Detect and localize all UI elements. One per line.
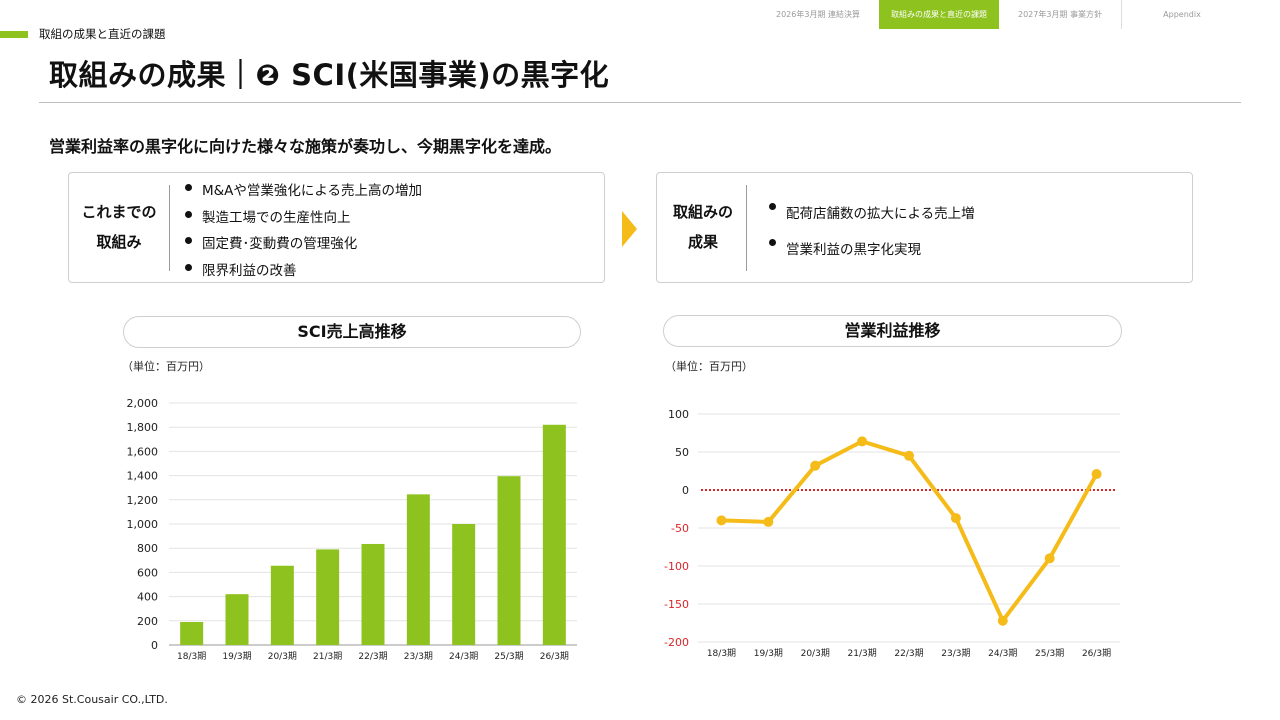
bar <box>361 543 385 645</box>
bar <box>452 524 476 645</box>
bullet-item: 限界利益の改善 <box>185 258 422 285</box>
x-tick-label: 26/3期 <box>540 651 569 662</box>
series-line <box>719 439 1099 623</box>
bar <box>406 494 430 645</box>
before-bullet-list: M&Aや営業強化による売上高の増加 製造工場での生産性向上 固定費･変動費の管理… <box>185 178 422 284</box>
y-tick-label: 1,000 <box>127 518 159 531</box>
results-bullet-list: 配荷店舗数の拡大による売上増 営業利益の黒字化実現 <box>769 197 975 268</box>
profit-unit-label: （単位：百万円） <box>665 360 753 373</box>
top-nav: 2026年3月期 連結決算 取組みの成果と直近の課題 2027年3月期 事業方針… <box>757 0 1280 29</box>
x-tick-label: 21/3期 <box>313 651 342 662</box>
bullet-item: 配荷店舗数の拡大による売上増 <box>769 197 975 233</box>
before-heading-line1: これまでの <box>81 203 157 221</box>
sales-chart-title: SCI売上高推移 <box>123 316 581 348</box>
y-tick-label: -100 <box>664 560 689 573</box>
data-point <box>810 460 821 471</box>
x-tick-label: 23/3期 <box>404 651 433 662</box>
sales-unit-label: （単位：百万円） <box>122 360 210 373</box>
data-point <box>997 615 1008 626</box>
bullet-item: 固定費･変動費の管理強化 <box>185 231 422 258</box>
bullet-item: 製造工場での生産性向上 <box>185 205 422 232</box>
x-tick-label: 19/3期 <box>754 648 783 659</box>
data-point <box>904 450 914 461</box>
y-tick-label: -200 <box>664 636 689 649</box>
y-tick-label: 200 <box>137 615 158 628</box>
results-box-heading: 取組みの 成果 <box>657 197 749 257</box>
bullet-item: 営業利益の黒字化実現 <box>769 233 975 269</box>
results-heading-line2: 成果 <box>687 233 718 251</box>
y-tick-label: -150 <box>664 598 689 611</box>
tab-appendix[interactable]: Appendix <box>1122 0 1242 29</box>
bar <box>180 622 204 645</box>
data-point <box>950 513 961 524</box>
arrow-right-icon <box>622 211 637 247</box>
bar <box>270 565 294 645</box>
profit-chart-title: 営業利益推移 <box>663 315 1122 347</box>
tab-achievements-issues[interactable]: 取組みの成果と直近の課題 <box>879 0 999 29</box>
section-accent-bar <box>0 31 28 38</box>
before-heading-line2: 取組み <box>96 233 142 251</box>
y-tick-label: 1,400 <box>127 470 159 483</box>
data-point <box>1091 469 1102 480</box>
bar <box>316 549 340 645</box>
x-tick-label: 21/3期 <box>848 648 877 659</box>
results-box: 取組みの 成果 配荷店舗数の拡大による売上増 営業利益の黒字化実現 <box>656 172 1193 283</box>
x-tick-label: 22/3期 <box>894 648 923 659</box>
y-tick-label: 50 <box>675 446 689 459</box>
y-tick-label: 1,200 <box>127 494 159 507</box>
title-divider <box>39 102 1241 103</box>
results-box-divider <box>746 185 747 271</box>
bullet-item: M&Aや営業強化による売上高の増加 <box>185 178 422 205</box>
x-tick-label: 26/3期 <box>1082 648 1111 659</box>
x-tick-label: 20/3期 <box>801 648 830 659</box>
section-label: 取組の成果と直近の課題 <box>39 27 166 41</box>
x-tick-label: 18/3期 <box>707 648 736 659</box>
y-tick-label: 2,000 <box>127 397 159 410</box>
x-tick-label: 20/3期 <box>268 651 297 662</box>
data-point <box>763 516 774 527</box>
y-tick-label: 1,800 <box>127 421 159 434</box>
results-heading-line1: 取組みの <box>672 203 733 221</box>
bar <box>542 424 566 645</box>
tab-business-policy[interactable]: 2027年3月期 事業方針 <box>999 0 1121 29</box>
x-tick-label: 25/3期 <box>494 651 523 662</box>
x-tick-label: 24/3期 <box>449 651 478 662</box>
data-point <box>716 515 727 526</box>
x-tick-label: 18/3期 <box>177 651 206 662</box>
y-tick-label: 400 <box>137 591 158 604</box>
before-initiatives-box: これまでの 取組み M&Aや営業強化による売上高の増加 製造工場での生産性向上 … <box>68 172 605 283</box>
lead-statement: 営業利益率の黒字化に向けた様々な施策が奏功し、今期黒字化を達成。 <box>49 137 562 156</box>
x-tick-label: 23/3期 <box>941 648 970 659</box>
bar <box>225 594 249 645</box>
y-tick-label: 600 <box>137 566 158 579</box>
tab-spacer <box>1242 0 1280 29</box>
data-point <box>857 436 868 447</box>
y-tick-label: 0 <box>151 639 158 652</box>
y-tick-label: 800 <box>137 542 158 555</box>
y-tick-label: 1,600 <box>127 445 159 458</box>
data-point <box>1044 553 1055 564</box>
y-tick-label: 0 <box>682 484 689 497</box>
bar <box>497 476 521 645</box>
tab-consolidated-results[interactable]: 2026年3月期 連結決算 <box>757 0 879 29</box>
x-tick-label: 22/3期 <box>358 651 387 662</box>
x-tick-label: 24/3期 <box>988 648 1017 659</box>
y-tick-label: -50 <box>671 522 689 535</box>
copyright: © 2026 St.Cousair CO.,LTD. <box>16 693 168 706</box>
x-tick-label: 19/3期 <box>222 651 251 662</box>
x-tick-label: 25/3期 <box>1035 648 1064 659</box>
before-box-divider <box>169 185 170 271</box>
before-box-heading: これまでの 取組み <box>69 197 169 257</box>
page-title: 取組みの成果｜❷ SCI(米国事業)の黒字化 <box>49 58 610 92</box>
y-tick-label: 100 <box>668 408 689 421</box>
